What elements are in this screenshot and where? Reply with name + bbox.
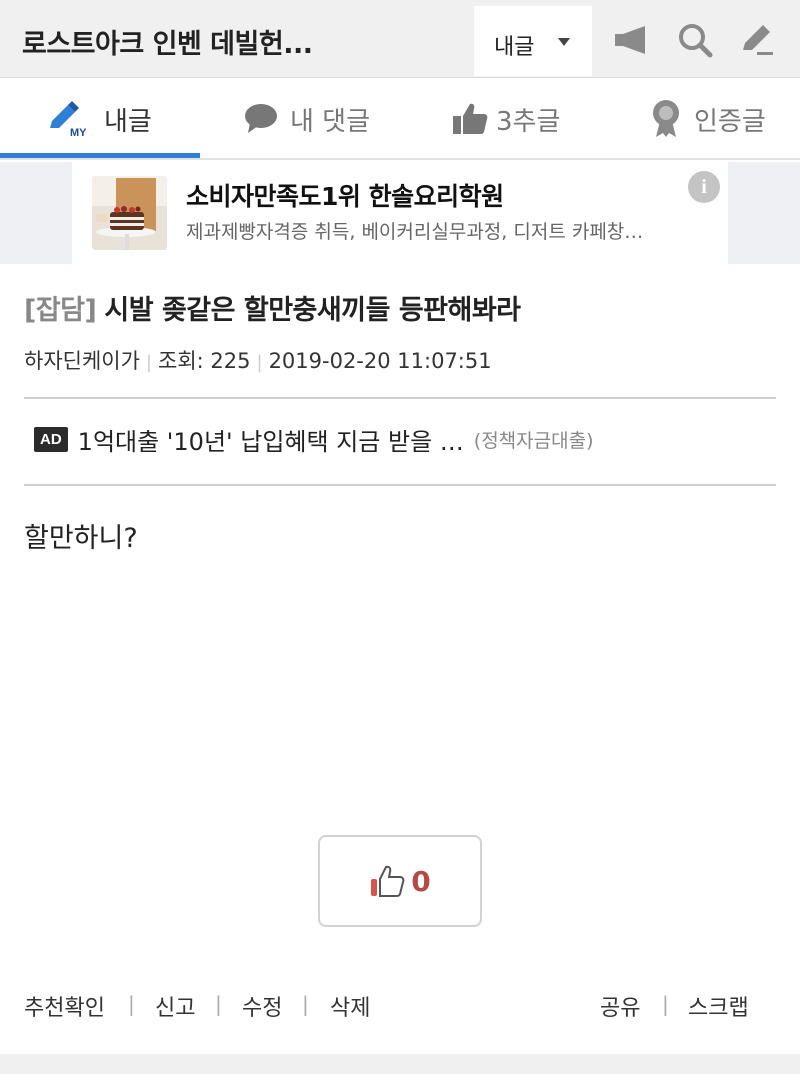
meta-separator: |	[145, 352, 152, 373]
ad-description[interactable]: 제과제빵자격증 취득, 베이커리실무과정, 디저트 카페창…	[186, 217, 686, 244]
post-category: [잡담]	[24, 295, 97, 326]
tab-bar: MY 내글 내 댓글 3추글 인증글	[0, 78, 800, 160]
thumbs-up-outline-icon	[371, 865, 405, 897]
ad-tag: AD	[34, 427, 68, 452]
svg-text:MY: MY	[70, 127, 87, 138]
inline-text-ad[interactable]: AD 1억대출 '10년' 납입혜택 지금 받을 … (정책자금대출)	[34, 422, 594, 457]
badge-icon	[653, 100, 679, 137]
search-icon[interactable]	[675, 20, 715, 60]
caret-down-icon	[558, 38, 570, 46]
scrap-link[interactable]: 스크랩	[688, 990, 749, 1022]
info-icon[interactable]: i	[688, 171, 720, 203]
tab-certified[interactable]: 인증글	[650, 78, 766, 160]
action-separator: |	[215, 992, 222, 1016]
tab-my-comments[interactable]: 내 댓글	[244, 78, 370, 160]
action-separator: |	[302, 992, 309, 1016]
speech-bubble-icon	[245, 104, 277, 133]
board-title[interactable]: 로스트아크 인벤 데빌헌...	[22, 22, 313, 61]
thumbs-up-icon	[453, 103, 488, 134]
ad-thumbnail-image[interactable]	[92, 176, 167, 250]
post-date: 2019-02-20 11:07:51	[268, 349, 492, 373]
footer-band	[0, 1054, 800, 1074]
megaphone-icon[interactable]	[612, 20, 652, 60]
post-meta: 하자딘케이가 | 조회: 225 | 2019-02-20 11:07:51	[24, 345, 492, 375]
ad-title[interactable]: 소비자만족도1위 한솔요리학원	[186, 177, 504, 213]
write-pencil-icon[interactable]	[737, 20, 777, 60]
recommend-count: 0	[411, 864, 431, 898]
delete-link[interactable]: 삭제	[330, 990, 370, 1022]
post-actions: 추천확인 | 신고 | 수정 | 삭제 공유 | 스크랩	[0, 990, 800, 1026]
post-views: 조회: 225	[158, 349, 251, 373]
tab-3-recommended[interactable]: 3추글	[452, 78, 560, 160]
action-separator: |	[128, 992, 135, 1016]
inline-ad-text: 1억대출 '10년' 납입혜택 지금 받을 …	[77, 428, 464, 456]
share-link[interactable]: 공유	[600, 990, 640, 1022]
divider	[24, 397, 776, 399]
meta-separator: |	[256, 352, 263, 373]
recommend-check-link[interactable]: 추천확인	[24, 990, 105, 1022]
active-tab-indicator	[0, 153, 200, 158]
post-title: [잡담] 시발 좆같은 할만충새끼들 등판해봐라	[24, 288, 521, 327]
report-link[interactable]: 신고	[155, 990, 195, 1022]
tab-label: 내글	[104, 106, 152, 137]
top-header: 로스트아크 인벤 데빌헌... 내글	[0, 0, 800, 78]
divider	[24, 484, 776, 486]
dropdown-label: 내글	[494, 35, 535, 60]
recommend-button[interactable]: 0	[318, 835, 482, 927]
tab-label: 3추글	[496, 106, 561, 137]
tab-label: 내 댓글	[290, 106, 371, 137]
edit-link[interactable]: 수정	[242, 990, 282, 1022]
post-author[interactable]: 하자딘케이가	[24, 349, 140, 373]
tab-label: 인증글	[694, 106, 766, 137]
my-pencil-icon: MY	[50, 101, 87, 138]
inline-ad-source: (정책자금대출)	[473, 430, 594, 452]
post-body: 할만하니?	[24, 523, 138, 554]
post-filter-dropdown[interactable]: 내글	[474, 6, 592, 76]
action-separator: |	[662, 992, 669, 1016]
post-title-text: 시발 좆같은 할만충새끼들 등판해봐라	[104, 295, 521, 326]
tab-my-posts[interactable]: MY 내글	[48, 78, 152, 160]
